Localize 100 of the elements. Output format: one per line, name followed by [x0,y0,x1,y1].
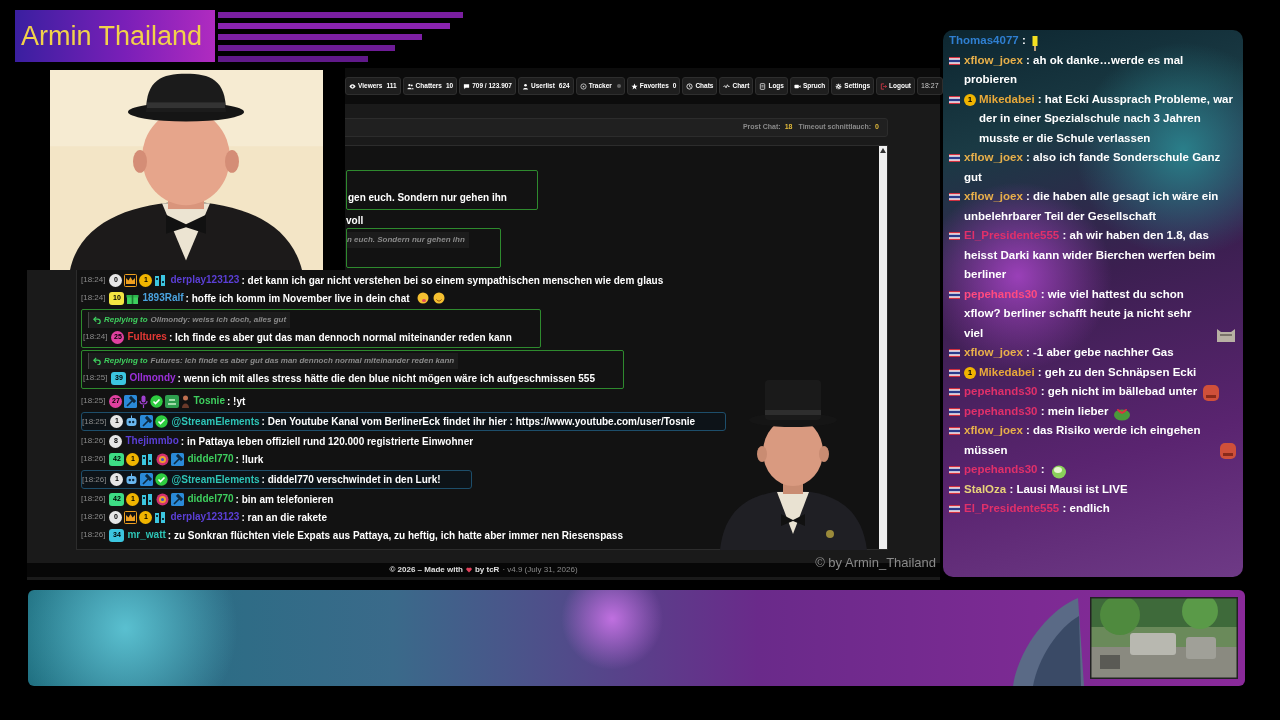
chat-message: xflow_joex : ah ok danke…werde es mal probieren [964,52,1185,87]
chat-message: xflow_joex : -1 aber gebe nachher Gas [964,345,1174,360]
footer-link[interactable]: by tcR [474,564,500,576]
message-text: gen euch. Sondern nur gehen ihn [348,191,507,205]
timestamp: [18:24] [81,292,106,304]
verified-icon [150,394,164,408]
reply-label: Replying to [104,355,148,367]
emote-icon [165,394,180,408]
message-text: : wenn ich mit alles stress hätte die den blue nicht mögen wäre ich aufgeschmissen 555 [177,371,595,386]
chat-message: El_Presidente555 : ah wir haben den 1.8, das heisst Darki kann wider Bierchen werfen beim berliner [964,228,1217,282]
username[interactable]: diddel770 [187,454,234,464]
scrollbar[interactable] [879,146,887,549]
medal-icon [156,452,170,466]
username[interactable]: mr_watt [127,530,166,540]
timestamp: [18:26] [81,529,106,541]
chat-bubble-icon [463,82,471,90]
timestamp: [18:25] [83,372,108,384]
figure-icon [181,394,191,408]
message-text: : Den Youtube Kanal vom BerlinerEck findet ihr hier : https://www.youtube.com/user/Tosnie [261,415,696,429]
reply-arrow-icon [93,316,101,324]
reply-arrow-icon [93,357,101,365]
reply-quote: Ollmondy: weiss ich doch, alles gut [150,314,287,326]
username[interactable]: diddel770 [187,494,234,504]
bars-icon [141,492,155,506]
line-chart-icon [723,82,731,90]
reply-quote: Futures: Ich finde es aber gut das man dennoch normal miteinander reden kann [150,355,455,367]
user-icon [522,82,529,90]
coin-badge: 1 [964,93,976,106]
message-text: : bin am telefonieren [235,492,334,507]
bars-icon [154,273,168,287]
eye-icon [349,82,356,90]
hammer-icon [171,492,185,506]
username[interactable]: Tosnie [193,396,225,406]
history-icon [686,82,694,90]
emoji-icon [416,292,429,304]
emote-icon [1202,383,1221,402]
chat-message: xflow_joex : das Risiko werde ich eingehen müssen [964,423,1202,458]
channel-title: Armin Thailand [21,22,203,50]
emote-icon [1219,442,1237,460]
chat-message: Mikedabei : geh zu den Schnäpsen Ecki [979,364,1197,380]
username[interactable]: 1893Ralf [142,293,184,303]
timestamp: [18:24] [83,331,108,343]
message-text: : det kann ich gar nicht verstehen bei so einem sympathischen menschen wie dem glaus [241,273,664,288]
verified-icon [155,473,169,486]
username[interactable]: @StreamElements [171,474,260,485]
chat-message: StalOza : Lausi Mausi ist LIVE [964,481,1128,497]
footer-text: © 2026 – Made with [389,564,463,576]
reply-label: Replying to [104,314,148,326]
version-text: · v4.9 (July 31, 2026) [502,564,578,576]
chat-message: Mikedabei : hat Ecki Aussprach Probleme, war der in einer Spezialschule nach 3 Jahren musste er die Schule verlassen [979,91,1234,146]
chat-message: pepehands30 : wie viel hattest du schon xflow? berliner schafft heute ja nicht sehr viel [964,286,1193,341]
message-text: : Ich finde es aber gut das man dennoch normal miteinander reden kann [168,330,512,345]
settings-icon [835,82,843,90]
hammer-icon [140,473,154,486]
chat-message: xflow_joex : also ich fande Sonderschule Ganz gut [964,150,1222,185]
video-camera-icon [793,82,801,90]
message-text: : zu Sonkran flüchten viele Expats aus Pattaya, zu heftig, ich hatte aber immer nen Riesenspass [167,528,623,543]
coin-badge: 1 [964,366,976,379]
message-text: voll [346,213,364,228]
timestamp: [18:25] [81,395,106,407]
chat-message: El_Presidente555 : endlich [964,501,1110,516]
reply-quote: n euch. Sondern nur gehen ihn [347,234,465,246]
hammer-icon [140,415,154,428]
message-text: : !lurk [235,452,264,467]
timestamp: [18:26] [82,473,107,486]
bars-icon [154,510,168,524]
watermark-text: © by Armin_Thailand [815,553,936,572]
message-text: : ran an die rakete [241,510,327,525]
chat-message: pepehands30 : [964,462,1045,477]
username[interactable]: Fultures [127,332,167,342]
hammer-icon [124,394,138,408]
timestamp: [18:26] [81,511,106,523]
microphone-icon [139,394,149,408]
robot-icon [125,473,139,486]
candle-icon [1030,34,1039,51]
timestamp: [18:24] [81,274,106,286]
document-icon [759,82,767,90]
timestamp: [18:26] [81,453,106,465]
users-icon [406,82,414,90]
timestamp: [18:26] [81,435,106,447]
scroll-up-icon[interactable] [880,148,886,153]
chat-message: pepehands30 : geh nicht im bällebad unter [964,384,1198,399]
medal-icon [156,492,170,506]
crown-icon [124,510,138,524]
chat-message: xflow_joex : die haben alle gesagt ich wäre ein unbelehrbarer Teil der Gesellschaft [964,189,1220,224]
verified-icon [155,415,169,428]
chat-message: pepehands30 : mein lieber [964,403,1109,419]
bars-icon [141,452,155,466]
star-icon [630,82,638,90]
message-text: : !yt [226,394,246,409]
target-icon [579,82,587,90]
timestamp: [18:25] [82,415,107,428]
username[interactable]: @StreamElements [171,416,260,427]
robot-icon [125,415,139,428]
logout-icon [880,82,887,90]
chat-message: Thomas4077 : [949,33,1026,48]
message-text: : in Pattaya leben offiziell rund 120.000 registrierte Einwohner [180,434,474,449]
message-text: : hoffe ich komm im November live in dein chat [185,291,410,306]
crown-icon [124,273,138,287]
hammer-icon [171,452,185,466]
